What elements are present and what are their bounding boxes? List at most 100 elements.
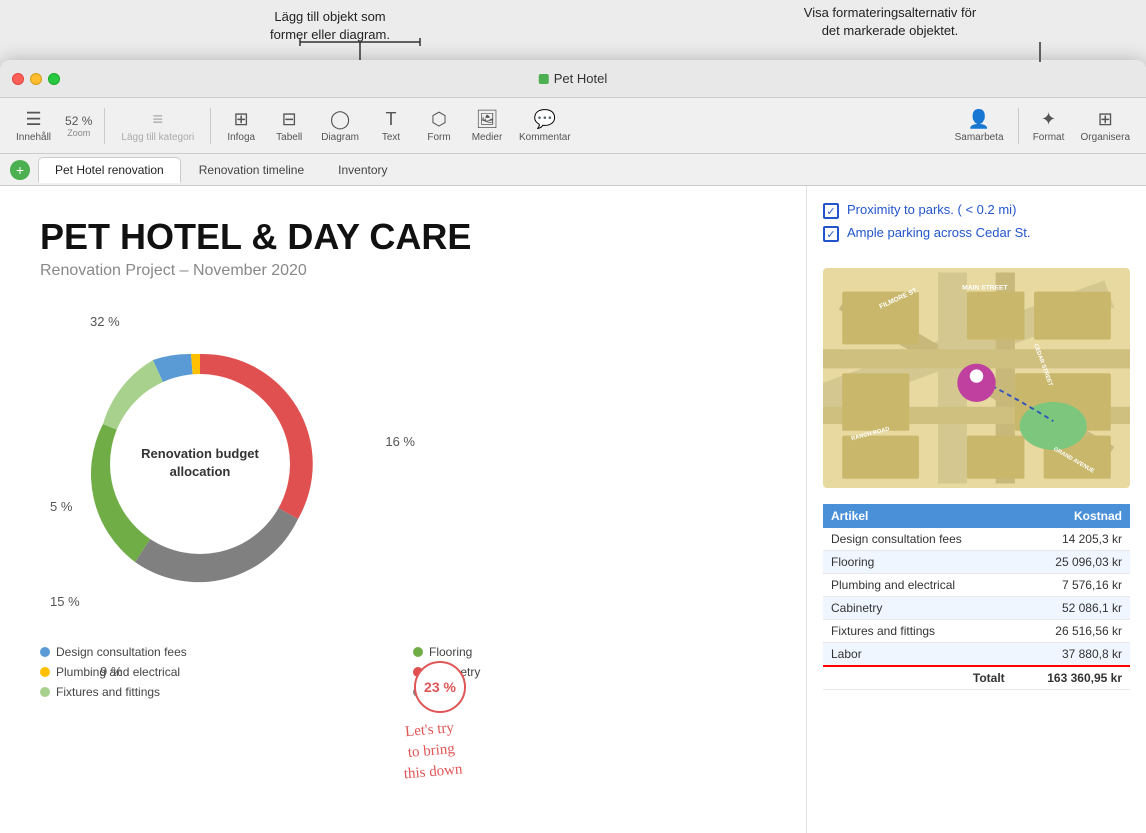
slide-canvas[interactable]: PET HOTEL & DAY CARE Renovation Project … <box>0 186 806 833</box>
toolbar-diagram[interactable]: ◯ Diagram <box>315 107 365 145</box>
toolbar-separator-3 <box>1018 108 1019 144</box>
toolbar-format[interactable]: ✦ Format <box>1027 107 1071 145</box>
toolbar-text[interactable]: T Text <box>369 107 413 145</box>
organize-icon: ⊞ <box>1098 109 1113 130</box>
title-icon <box>539 74 549 84</box>
sidebar-icon: ☰ <box>25 109 41 130</box>
toolbar-kommentar[interactable]: 💬 Kommentar <box>513 107 577 145</box>
table-row-labor: Labor 37 880,8 kr <box>823 643 1130 667</box>
handwriting-note: Let's tryto bringthis down <box>400 718 464 786</box>
zoom-label: Zoom <box>67 128 90 138</box>
infoga-label: Infoga <box>227 132 255 143</box>
tab-pet-hotel-renovation[interactable]: Pet Hotel renovation <box>38 157 181 183</box>
toolbar: ☰ Innehåll 52 % Zoom ≡ Lägg till kategor… <box>0 98 1146 154</box>
toolbar-add-category[interactable]: ≡ Lägg till kategori <box>113 107 202 145</box>
comment-icon: 💬 <box>534 109 556 130</box>
chart-legend: Design consultation fees Flooring Plumbi… <box>40 645 766 699</box>
infoga-icon: ⊞ <box>234 109 249 130</box>
percent-32: 32 % <box>90 314 120 329</box>
table-cell-cost-4: 26 516,56 kr <box>1013 620 1130 643</box>
table-cell-item-0: Design consultation fees <box>823 528 1013 551</box>
text-label: Text <box>382 132 400 143</box>
slide-subtitle: Renovation Project – November 2020 <box>40 262 766 280</box>
table-total-value: 163 360,95 kr <box>1013 666 1130 690</box>
toolbar-medier[interactable]: 🖼 Medier <box>465 107 509 145</box>
percent-9: 9 % <box>100 664 122 679</box>
toolbar-right-group: 👤 Samarbeta ✦ Format ⊞ Organisera <box>949 107 1136 145</box>
table-cell-cost-3: 52 086,1 kr <box>1013 597 1130 620</box>
toolbar-innehall[interactable]: ☰ Innehåll <box>10 107 57 145</box>
map-image[interactable]: FILMORE ST. MAIN STREET CEDAR STREET RAN… <box>823 268 1130 488</box>
percent-15: 15 % <box>50 594 80 609</box>
add-tab-button[interactable]: + <box>10 160 30 180</box>
legend-dot-fixtures <box>40 687 50 697</box>
table-row: Cabinetry 52 086,1 kr <box>823 597 1130 620</box>
medier-label: Medier <box>472 132 503 143</box>
slide-title: PET HOTEL & DAY CARE <box>40 216 766 258</box>
legend-item-fixtures: Fixtures and fittings <box>40 685 393 699</box>
percent-16: 16 % <box>385 434 415 449</box>
checkbox-2[interactable]: ✓ <box>823 226 839 242</box>
traffic-lights <box>12 73 60 85</box>
toolbar-zoom[interactable]: 52 % Zoom <box>61 112 96 140</box>
table-total-label: Totalt <box>823 666 1013 690</box>
format-icon: ✦ <box>1041 109 1056 130</box>
checkbox-1[interactable]: ✓ <box>823 203 839 219</box>
table-cell-item-2: Plumbing and electrical <box>823 574 1013 597</box>
collaborate-icon: 👤 <box>968 109 990 130</box>
content-area: PET HOTEL & DAY CARE Renovation Project … <box>0 186 1146 833</box>
close-button[interactable] <box>12 73 24 85</box>
donut-chart[interactable]: Renovation budget allocation <box>40 304 360 624</box>
toolbar-separator-2 <box>210 108 211 144</box>
check-item-1: ✓ Proximity to parks. ( < 0.2 mi) <box>823 202 1130 219</box>
legend-item-cabinetry: Cabinetry <box>413 665 766 679</box>
legend-item-design: Design consultation fees <box>40 645 393 659</box>
legend-label-design: Design consultation fees <box>56 645 187 659</box>
budget-table: Artikel Kostnad Design consultation fees… <box>823 504 1130 690</box>
table-cell-cost-5: 37 880,8 kr <box>1013 643 1130 667</box>
toolbar-form[interactable]: ⬡ Form <box>417 107 461 145</box>
table-row: Design consultation fees 14 205,3 kr <box>823 528 1130 551</box>
checklist: ✓ Proximity to parks. ( < 0.2 mi) ✓ Ampl… <box>823 202 1130 248</box>
chart-center-line1: Renovation budget <box>141 446 259 461</box>
fullscreen-button[interactable] <box>48 73 60 85</box>
application-window: Pet Hotel ☰ Innehåll 52 % Zoom ≡ Lägg ti… <box>0 60 1146 833</box>
text-icon: T <box>386 109 397 130</box>
chart-icon: ◯ <box>330 109 350 130</box>
minimize-button[interactable] <box>30 73 42 85</box>
toolbar-organisera[interactable]: ⊞ Organisera <box>1075 107 1136 145</box>
table-cell-item-4: Fixtures and fittings <box>823 620 1013 643</box>
table-cell-cost-2: 7 576,16 kr <box>1013 574 1130 597</box>
tab-inventory[interactable]: Inventory <box>322 158 403 182</box>
toolbar-tabell[interactable]: ⊟ Tabell <box>267 107 311 145</box>
samarbeta-label: Samarbeta <box>955 132 1004 143</box>
table-cell-item-5: Labor <box>823 643 1013 667</box>
tab-renovation-timeline[interactable]: Renovation timeline <box>183 158 320 182</box>
table-header-artikel: Artikel <box>823 504 1013 528</box>
zoom-value: 52 % <box>65 114 92 128</box>
legend-item-flooring: Flooring <box>413 645 766 659</box>
table-icon: ⊟ <box>282 109 297 130</box>
list-icon: ≡ <box>153 109 164 130</box>
window-title-text: Pet Hotel <box>554 71 607 86</box>
chart-area: 32 % 16 % 5 % 15 % 9 % <box>40 304 360 629</box>
toolbar-samarbeta[interactable]: 👤 Samarbeta <box>949 107 1010 145</box>
check-text-1: Proximity to parks. ( < 0.2 mi) <box>847 202 1016 217</box>
toolbar-separator-1 <box>104 108 105 144</box>
map-svg: FILMORE ST. MAIN STREET CEDAR STREET RAN… <box>823 268 1130 488</box>
form-label: Form <box>427 132 450 143</box>
tooltip-format: Visa formateringsalternativ fördet marke… <box>760 4 1020 40</box>
right-panel: ✓ Proximity to parks. ( < 0.2 mi) ✓ Ampl… <box>806 186 1146 833</box>
table-header-kostnad: Kostnad <box>1013 504 1130 528</box>
check-item-2: ✓ Ample parking across Cedar St. <box>823 225 1130 242</box>
check-text-2: Ample parking across Cedar St. <box>847 225 1031 240</box>
table-cell-cost-0: 14 205,3 kr <box>1013 528 1130 551</box>
toolbar-infoga[interactable]: ⊞ Infoga <box>219 107 263 145</box>
table-row: Fixtures and fittings 26 516,56 kr <box>823 620 1130 643</box>
organisera-label: Organisera <box>1081 132 1130 143</box>
legend-label-fixtures: Fixtures and fittings <box>56 685 160 699</box>
legend-dot-plumbing <box>40 667 50 677</box>
format-label: Format <box>1033 132 1065 143</box>
table-cell-item-1: Flooring <box>823 551 1013 574</box>
add-category-label: Lägg till kategori <box>121 132 194 143</box>
